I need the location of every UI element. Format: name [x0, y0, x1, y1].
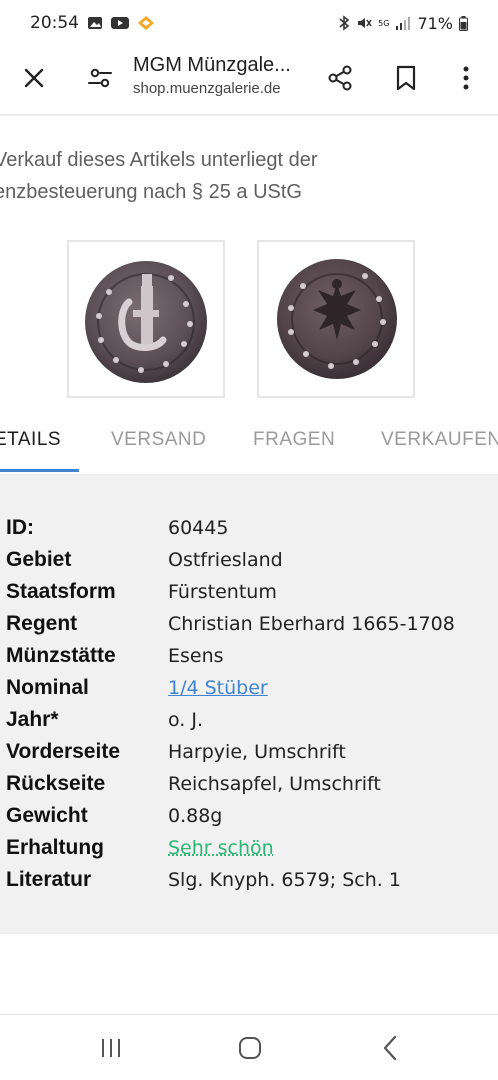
recent-apps-icon[interactable] [91, 1033, 131, 1063]
detail-value: 0.88g [168, 805, 222, 827]
detail-value: o. J. [168, 709, 203, 731]
detail-row-vorderseite: Vorderseite Harpyie, Umschrift [0, 736, 498, 768]
detail-value: Fürstentum [168, 581, 277, 603]
detail-value: Harpyie, Umschrift [168, 741, 346, 763]
tab-verkaufen[interactable]: VERKAUFEN [381, 408, 498, 472]
detail-key: Vorderseite [6, 740, 120, 764]
detail-key: Regent [6, 612, 77, 636]
detail-row-id: ID: 60445 [0, 512, 498, 544]
bluetooth-icon [338, 15, 350, 31]
active-tab-indicator [0, 469, 79, 472]
detail-key: Nominal [6, 676, 89, 700]
browser-toolbar: MGM Münzgale... shop.muenzgalerie.de [0, 46, 498, 112]
tax-notice-line-1: Verkauf dieses Artikels unterliegt der [0, 144, 498, 176]
coin-obverse-image[interactable] [67, 240, 225, 398]
back-icon[interactable] [370, 1033, 410, 1063]
page-title-block[interactable]: MGM Münzgale... shop.muenzgalerie.de [133, 54, 313, 97]
detail-row-literatur: Literatur Slg. Knyph. 6579; Sch. 1 [0, 864, 498, 896]
detail-key: Literatur [6, 868, 91, 892]
mute-icon [356, 15, 372, 31]
details-panel: ID: 60445 Gebiet Ostfriesland Staatsform… [0, 474, 498, 934]
system-navigation-bar [0, 1014, 498, 1080]
detail-key: Erhaltung [6, 836, 104, 860]
tab-fragen[interactable]: FRAGEN [253, 408, 335, 472]
detail-row-jahr: Jahr* o. J. [0, 704, 498, 736]
close-icon[interactable] [18, 62, 50, 94]
more-options-icon[interactable] [450, 62, 482, 94]
tab-versand[interactable]: VERSAND [111, 408, 206, 472]
detail-row-erhaltung: Erhaltung Sehr schön [0, 832, 498, 864]
detail-value: Christian Eberhard 1665-1708 [168, 613, 455, 635]
detail-value: 60445 [168, 517, 228, 539]
nominal-link[interactable]: 1/4 Stüber [168, 677, 268, 699]
detail-row-regent: Regent Christian Eberhard 1665-1708 [0, 608, 498, 640]
home-icon[interactable] [230, 1033, 270, 1063]
page-settings-icon[interactable] [84, 62, 116, 94]
detail-row-rueckseite: Rückseite Reichsapfel, Umschrift [0, 768, 498, 800]
product-tabs: ETAILS VERSAND FRAGEN VERKAUFEN [0, 408, 498, 472]
status-left: 20:54 [30, 13, 155, 33]
page-title: MGM Münzgale... [133, 54, 313, 77]
share-icon[interactable] [324, 62, 356, 94]
detail-row-muenzstaette: Münzstätte Esens [0, 640, 498, 672]
detail-value: Ostfriesland [168, 549, 283, 571]
detail-value: Reichsapfel, Umschrift [168, 773, 381, 795]
tab-details[interactable]: ETAILS [0, 408, 61, 472]
detail-value: Slg. Knyph. 6579; Sch. 1 [168, 869, 401, 891]
coin-obverse-picture [71, 244, 221, 394]
condition-link[interactable]: Sehr schön [168, 837, 274, 859]
youtube-notification-icon [111, 16, 129, 30]
tax-notice-line-2: enzbesteuerung nach § 25 a UStG [0, 176, 498, 208]
bookmark-icon[interactable] [390, 62, 422, 94]
tax-notice: Verkauf dieses Artikels unterliegt der e… [0, 144, 498, 208]
status-right: 5G 71% [338, 14, 468, 33]
network-label: 5G [378, 19, 389, 28]
network-5g-icon: 5G [378, 19, 389, 28]
detail-key: Jahr* [6, 708, 59, 732]
battery-percent: 71% [417, 14, 453, 33]
detail-row-nominal: Nominal 1/4 Stüber [0, 672, 498, 704]
gallery-notification-icon [87, 15, 103, 31]
coin-reverse-image[interactable] [257, 240, 415, 398]
signal-icon [395, 16, 411, 30]
detail-key: Gebiet [6, 548, 71, 572]
detail-value: Esens [168, 645, 224, 667]
status-time: 20:54 [30, 13, 79, 33]
page-url: shop.muenzgalerie.de [133, 80, 313, 97]
detail-key: Rückseite [6, 772, 105, 796]
detail-key: Münzstätte [6, 644, 116, 668]
battery-icon [459, 16, 468, 31]
detail-row-gebiet: Gebiet Ostfriesland [0, 544, 498, 576]
toolbar-divider [0, 114, 498, 116]
detail-row-gewicht: Gewicht 0.88g [0, 800, 498, 832]
app-notification-icon [137, 15, 155, 31]
status-bar: 20:54 5G 71% [0, 0, 498, 46]
detail-key: ID: [6, 516, 34, 540]
detail-row-staatsform: Staatsform Fürstentum [0, 576, 498, 608]
detail-key: Gewicht [6, 804, 88, 828]
coin-reverse-picture [261, 244, 411, 394]
detail-key: Staatsform [6, 580, 116, 604]
